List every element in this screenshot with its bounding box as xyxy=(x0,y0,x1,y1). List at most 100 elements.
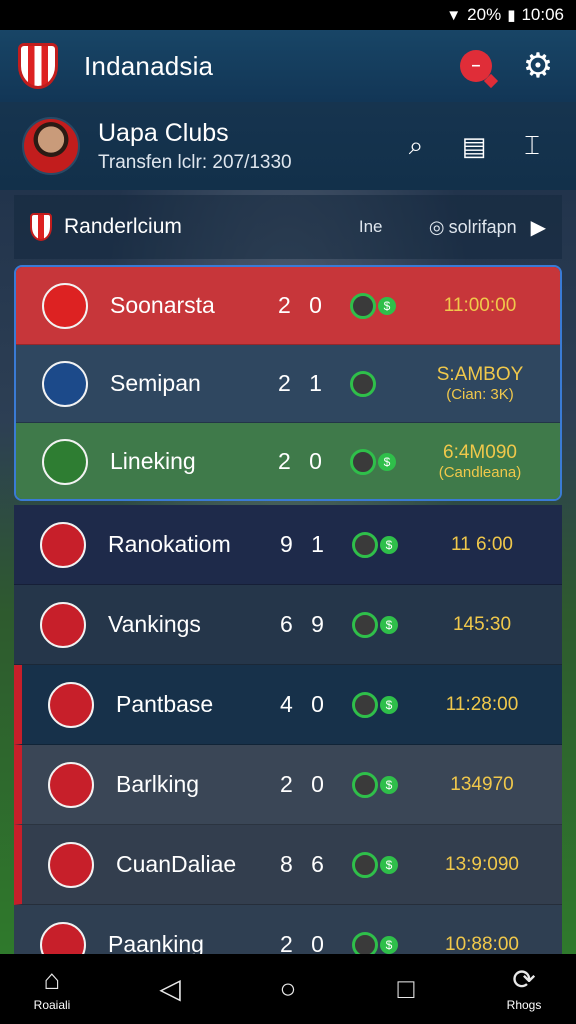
club-badge-icon xyxy=(40,601,86,648)
coin-icon: $ xyxy=(380,615,398,634)
home-icon: ⌂ xyxy=(43,964,61,995)
bottom-nav: ⌂ Roaiali ◁ ○ □ ⟳ Rhogs xyxy=(0,954,576,1024)
expand-button[interactable]: ⌶ xyxy=(510,124,554,168)
filter-label: solrifapn xyxy=(448,216,517,237)
score: 6 9 xyxy=(280,611,330,637)
rhogs-label: Rhogs xyxy=(506,998,542,1012)
club-badge-icon xyxy=(48,681,94,728)
back-button[interactable]: ◁ xyxy=(140,975,200,1003)
coin-icon: $ xyxy=(378,296,396,315)
recents-button[interactable]: □ xyxy=(376,975,436,1003)
club-name: Lineking xyxy=(110,448,196,474)
kickoff-time: S:AMBOY (Cian: 3K) xyxy=(436,363,524,403)
ball-icon xyxy=(352,691,378,718)
section-header: Randerlcium Ine ◎ solrifapn ▶ xyxy=(14,195,562,259)
profile-subtitle: Transfen lclr: 207/1330 xyxy=(98,151,292,173)
profile-name: Uapa Clubs xyxy=(98,118,229,147)
score: 2 1 xyxy=(278,370,328,396)
settings-button[interactable]: ⚙ xyxy=(518,46,558,86)
expand-icon: ⌶ xyxy=(524,130,540,160)
play-icon[interactable]: ▶ xyxy=(531,215,546,240)
club-badge-icon xyxy=(48,761,94,808)
coin-icon: $ xyxy=(380,695,398,714)
coin-icon: $ xyxy=(378,452,396,471)
battery-percent: 20% xyxy=(467,5,502,24)
list-item[interactable]: Semipan 2 1 S:AMBOY (Cian: 3K) xyxy=(16,345,560,423)
kickoff-time: 13:9:090 xyxy=(445,853,519,875)
gear-icon: ⚙ xyxy=(522,47,554,85)
home-label: Roaiali xyxy=(33,998,71,1012)
list-item[interactable]: Ranokatiom 9 1 $ 11 6:00 xyxy=(14,505,562,585)
clipboard-icon: ▤ xyxy=(461,130,487,161)
club-name: Soonarsta xyxy=(110,292,215,318)
kickoff-time: 145:30 xyxy=(452,613,512,635)
list-item[interactable]: Lineking 2 0 $ 6:4M090 (Candleana) xyxy=(16,423,560,499)
coin-icon: $ xyxy=(380,935,398,954)
list-item[interactable]: Barlking 2 0 $ 134970 xyxy=(14,745,562,825)
battery-icon: ▮ xyxy=(507,7,516,24)
chat-icon: – xyxy=(460,50,492,82)
kickoff-time: 11:28:00 xyxy=(445,693,519,715)
list-item[interactable]: Pantbase 4 0 $ 11:28:00 xyxy=(14,665,562,745)
clock: 10:06 xyxy=(521,5,564,24)
filter-icon: ◎ xyxy=(428,216,445,237)
club-name: Ranokatiom xyxy=(108,531,231,557)
kickoff-time: 134970 xyxy=(450,773,514,795)
list-item[interactable]: Vankings 6 9 $ 145:30 xyxy=(14,585,562,665)
club-name: Semipan xyxy=(110,370,201,396)
coin-icon: $ xyxy=(380,775,398,794)
app-title: Indanadsia xyxy=(84,50,214,81)
score: 2 0 xyxy=(278,448,328,474)
club-badge-icon xyxy=(42,438,88,485)
club-badge-icon xyxy=(40,521,86,568)
rhogs-button[interactable]: ⟳ Rhogs xyxy=(494,964,554,1013)
ball-icon xyxy=(352,851,378,878)
list-item[interactable]: Soonarsta 2 0 $ 11:00:00 xyxy=(16,267,560,345)
club-badge-icon xyxy=(42,360,88,407)
ball-icon xyxy=(350,292,376,319)
kickoff-time: 11 6:00 xyxy=(451,533,513,555)
search-icon: ⌕ xyxy=(408,130,424,160)
ball-icon xyxy=(350,370,376,397)
ball-icon xyxy=(352,771,378,798)
notes-button[interactable]: ▤ xyxy=(452,124,496,168)
ball-icon xyxy=(352,611,378,638)
column-label: Ine xyxy=(358,217,383,236)
search-button[interactable]: ⌕ xyxy=(394,124,438,168)
ball-icon xyxy=(350,448,376,475)
club-name: CuanDaliae xyxy=(116,851,237,877)
club-name: Pantbase xyxy=(116,691,214,717)
list-item[interactable]: CuanDaliae 8 6 $ 13:9:090 xyxy=(14,825,562,905)
kickoff-time: 6:4M090 (Candleana) xyxy=(438,441,522,481)
refresh-icon: ⟳ xyxy=(512,964,536,995)
score: 9 1 xyxy=(280,531,330,557)
wifi-icon: ▼ xyxy=(446,6,462,24)
club-name: Barlking xyxy=(116,771,200,797)
ball-icon xyxy=(352,531,378,558)
app-header: Indanadsia – ⚙ xyxy=(0,30,576,102)
score: 2 0 xyxy=(278,292,328,318)
club-crest-icon xyxy=(18,43,58,89)
home-button[interactable]: ⌂ Roaiali xyxy=(22,964,82,1013)
section-crest-icon xyxy=(30,213,52,241)
filter-control[interactable]: ◎ solrifapn xyxy=(429,217,517,238)
kickoff-time: 11:00:00 xyxy=(443,294,517,316)
circle-icon: ○ xyxy=(279,973,297,1004)
avatar[interactable] xyxy=(22,117,80,175)
score: 2 0 xyxy=(280,771,330,797)
kickoff-time: 10:88:00 xyxy=(445,933,519,955)
status-bar: ▼ 20% ▮ 10:06 xyxy=(0,0,576,30)
chat-button[interactable]: – xyxy=(456,46,496,86)
profile-card: Uapa Clubs Transfen lclr: 207/1330 ⌕ ▤ ⌶ xyxy=(0,102,576,190)
score: 4 0 xyxy=(280,691,330,717)
club-badge-icon xyxy=(42,282,88,329)
coin-icon: $ xyxy=(380,855,398,874)
back-icon: ◁ xyxy=(159,973,181,1004)
coin-icon: $ xyxy=(380,535,398,554)
club-name: Vankings xyxy=(108,611,201,637)
home-circle-button[interactable]: ○ xyxy=(258,975,318,1003)
square-icon: □ xyxy=(397,973,415,1004)
club-list: Ranokatiom 9 1 $ 11 6:00 Vankings 6 9 $ … xyxy=(14,505,562,985)
section-title: Randerlcium xyxy=(64,215,182,238)
club-badge-icon xyxy=(48,841,94,888)
